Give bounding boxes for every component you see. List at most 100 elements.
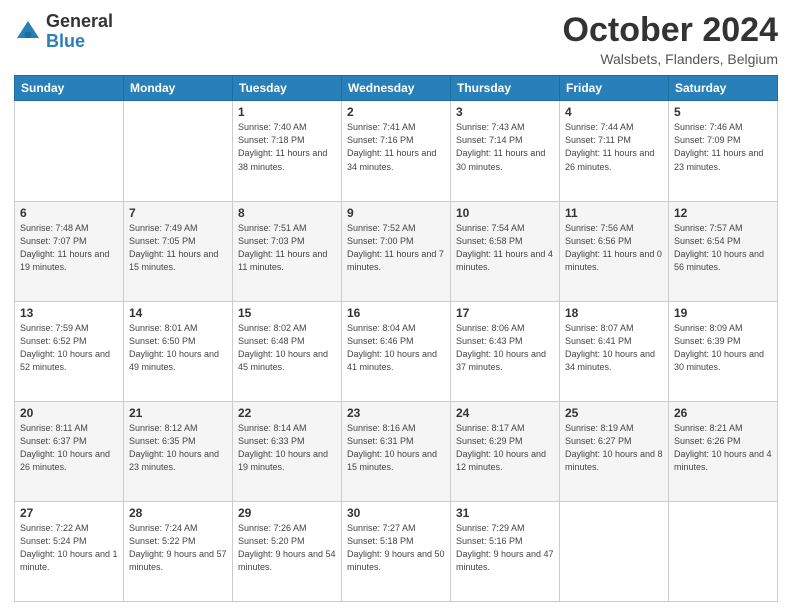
calendar-cell: 8 Sunrise: 7:51 AM Sunset: 7:03 PM Daylig… xyxy=(233,201,342,301)
day-number: 29 xyxy=(238,506,336,520)
day-number: 27 xyxy=(20,506,118,520)
calendar-cell: 6 Sunrise: 7:48 AM Sunset: 7:07 PM Daylig… xyxy=(15,201,124,301)
calendar-cell: 22Sunrise: 8:14 AM Sunset: 6:33 PM Dayli… xyxy=(233,401,342,501)
calendar-cell: 24 Sunrise: 8:17 AM Sunset: 6:29 PM Dayli… xyxy=(451,401,560,501)
day-number: 8 xyxy=(238,206,336,220)
day-number: 17 xyxy=(456,306,554,320)
day-detail: Sunrise: 7:48 AM Sunset: 7:07 PM Dayligh… xyxy=(20,222,118,274)
day-detail: Sunrise: 8:04 AM Sunset: 6:46 PM Dayligh… xyxy=(347,322,445,374)
calendar-header-row: SundayMondayTuesdayWednesdayThursdayFrid… xyxy=(15,76,778,101)
day-detail: Sunrise: 8:09 AM Sunset: 6:39 PM Dayligh… xyxy=(674,322,772,374)
day-number: 23 xyxy=(347,406,445,420)
day-detail: Sunrise: 7:22 AM Sunset: 5:24 PM Dayligh… xyxy=(20,522,118,574)
day-detail: Sunrise: 8:02 AM Sunset: 6:48 PM Dayligh… xyxy=(238,322,336,374)
calendar-cell: 12 Sunrise: 7:57 AM Sunset: 6:54 PM Dayli… xyxy=(669,201,778,301)
day-detail: Sunrise: 7:52 AM Sunset: 7:00 PM Dayligh… xyxy=(347,222,445,274)
calendar-cell: 26 Sunrise: 8:21 AM Sunset: 6:26 PM Dayli… xyxy=(669,401,778,501)
day-detail: Sunrise: 7:26 AM Sunset: 5:20 PM Dayligh… xyxy=(238,522,336,574)
day-number: 9 xyxy=(347,206,445,220)
calendar-cell: 19 Sunrise: 8:09 AM Sunset: 6:39 PM Dayli… xyxy=(669,301,778,401)
calendar-cell xyxy=(124,101,233,201)
day-detail: Sunrise: 7:46 AM Sunset: 7:09 PM Dayligh… xyxy=(674,121,772,173)
day-number: 4 xyxy=(565,105,663,119)
calendar-cell: 30 Sunrise: 7:27 AM Sunset: 5:18 PM Dayli… xyxy=(342,501,451,601)
day-detail: Sunrise: 8:11 AM Sunset: 6:37 PM Dayligh… xyxy=(20,422,118,474)
calendar-cell: 9 Sunrise: 7:52 AM Sunset: 7:00 PM Daylig… xyxy=(342,201,451,301)
day-detail: Sunrise: 7:44 AM Sunset: 7:11 PM Dayligh… xyxy=(565,121,663,173)
logo-icon xyxy=(14,18,42,46)
calendar-cell: 10 Sunrise: 7:54 AM Sunset: 6:58 PM Dayli… xyxy=(451,201,560,301)
calendar-cell: 4 Sunrise: 7:44 AM Sunset: 7:11 PM Daylig… xyxy=(560,101,669,201)
calendar-week-1: 1 Sunrise: 7:40 AM Sunset: 7:18 PM Daylig… xyxy=(15,101,778,201)
day-number: 24 xyxy=(456,406,554,420)
calendar-cell: 1 Sunrise: 7:40 AM Sunset: 7:18 PM Daylig… xyxy=(233,101,342,201)
logo-blue: Blue xyxy=(46,31,85,51)
logo-general: General xyxy=(46,11,113,31)
header-right: October 2024 Walsbets, Flanders, Belgium xyxy=(563,12,778,67)
calendar-cell xyxy=(15,101,124,201)
calendar-cell: 25Sunrise: 8:19 AM Sunset: 6:27 PM Dayli… xyxy=(560,401,669,501)
day-detail: Sunrise: 8:06 AM Sunset: 6:43 PM Dayligh… xyxy=(456,322,554,374)
day-detail: Sunrise: 7:27 AM Sunset: 5:18 PM Dayligh… xyxy=(347,522,445,574)
calendar-week-2: 6 Sunrise: 7:48 AM Sunset: 7:07 PM Daylig… xyxy=(15,201,778,301)
day-detail: Sunrise: 8:21 AM Sunset: 6:26 PM Dayligh… xyxy=(674,422,772,474)
day-number: 28 xyxy=(129,506,227,520)
calendar-week-4: 20 Sunrise: 8:11 AM Sunset: 6:37 PM Dayli… xyxy=(15,401,778,501)
calendar-table: SundayMondayTuesdayWednesdayThursdayFrid… xyxy=(14,75,778,602)
col-header-tuesday: Tuesday xyxy=(233,76,342,101)
day-detail: Sunrise: 7:40 AM Sunset: 7:18 PM Dayligh… xyxy=(238,121,336,173)
day-detail: Sunrise: 7:43 AM Sunset: 7:14 PM Dayligh… xyxy=(456,121,554,173)
day-number: 10 xyxy=(456,206,554,220)
calendar-cell xyxy=(560,501,669,601)
day-detail: Sunrise: 7:49 AM Sunset: 7:05 PM Dayligh… xyxy=(129,222,227,274)
day-detail: Sunrise: 8:17 AM Sunset: 6:29 PM Dayligh… xyxy=(456,422,554,474)
day-detail: Sunrise: 7:24 AM Sunset: 5:22 PM Dayligh… xyxy=(129,522,227,574)
day-number: 21 xyxy=(129,406,227,420)
day-number: 30 xyxy=(347,506,445,520)
calendar-cell: 23 Sunrise: 8:16 AM Sunset: 6:31 PM Dayli… xyxy=(342,401,451,501)
calendar-cell: 14 Sunrise: 8:01 AM Sunset: 6:50 PM Dayli… xyxy=(124,301,233,401)
day-detail: Sunrise: 8:12 AM Sunset: 6:35 PM Dayligh… xyxy=(129,422,227,474)
calendar-cell: 28 Sunrise: 7:24 AM Sunset: 5:22 PM Dayli… xyxy=(124,501,233,601)
day-number: 25 xyxy=(565,406,663,420)
calendar-cell: 15 Sunrise: 8:02 AM Sunset: 6:48 PM Dayli… xyxy=(233,301,342,401)
calendar-cell: 17 Sunrise: 8:06 AM Sunset: 6:43 PM Dayli… xyxy=(451,301,560,401)
day-number: 5 xyxy=(674,105,772,119)
day-number: 12 xyxy=(674,206,772,220)
day-number: 15 xyxy=(238,306,336,320)
calendar-cell: 29 Sunrise: 7:26 AM Sunset: 5:20 PM Dayli… xyxy=(233,501,342,601)
calendar-title: October 2024 xyxy=(563,12,778,49)
page: General Blue October 2024 Walsbets, Flan… xyxy=(0,0,792,612)
col-header-wednesday: Wednesday xyxy=(342,76,451,101)
logo: General Blue xyxy=(14,12,113,52)
day-number: 13 xyxy=(20,306,118,320)
col-header-monday: Monday xyxy=(124,76,233,101)
day-detail: Sunrise: 8:16 AM Sunset: 6:31 PM Dayligh… xyxy=(347,422,445,474)
day-detail: Sunrise: 7:54 AM Sunset: 6:58 PM Dayligh… xyxy=(456,222,554,274)
day-number: 3 xyxy=(456,105,554,119)
calendar-cell: 2Sunrise: 7:41 AM Sunset: 7:16 PM Daylig… xyxy=(342,101,451,201)
day-number: 18 xyxy=(565,306,663,320)
day-detail: Sunrise: 8:07 AM Sunset: 6:41 PM Dayligh… xyxy=(565,322,663,374)
calendar-cell: 7 Sunrise: 7:49 AM Sunset: 7:05 PM Daylig… xyxy=(124,201,233,301)
calendar-cell: 5 Sunrise: 7:46 AM Sunset: 7:09 PM Daylig… xyxy=(669,101,778,201)
day-number: 26 xyxy=(674,406,772,420)
day-number: 1 xyxy=(238,105,336,119)
calendar-cell xyxy=(669,501,778,601)
calendar-cell: 3 Sunrise: 7:43 AM Sunset: 7:14 PM Daylig… xyxy=(451,101,560,201)
day-detail: Sunrise: 7:57 AM Sunset: 6:54 PM Dayligh… xyxy=(674,222,772,274)
day-number: 19 xyxy=(674,306,772,320)
day-number: 2 xyxy=(347,105,445,119)
day-number: 7 xyxy=(129,206,227,220)
day-detail: Sunrise: 7:51 AM Sunset: 7:03 PM Dayligh… xyxy=(238,222,336,274)
day-number: 11 xyxy=(565,206,663,220)
calendar-cell: 18 Sunrise: 8:07 AM Sunset: 6:41 PM Dayli… xyxy=(560,301,669,401)
day-detail: Sunrise: 8:14 AM Sunset: 6:33 PM Dayligh… xyxy=(238,422,336,474)
day-number: 14 xyxy=(129,306,227,320)
day-number: 6 xyxy=(20,206,118,220)
day-detail: Sunrise: 8:01 AM Sunset: 6:50 PM Dayligh… xyxy=(129,322,227,374)
day-number: 20 xyxy=(20,406,118,420)
calendar-cell: 16Sunrise: 8:04 AM Sunset: 6:46 PM Dayli… xyxy=(342,301,451,401)
col-header-thursday: Thursday xyxy=(451,76,560,101)
calendar-week-5: 27 Sunrise: 7:22 AM Sunset: 5:24 PM Dayli… xyxy=(15,501,778,601)
